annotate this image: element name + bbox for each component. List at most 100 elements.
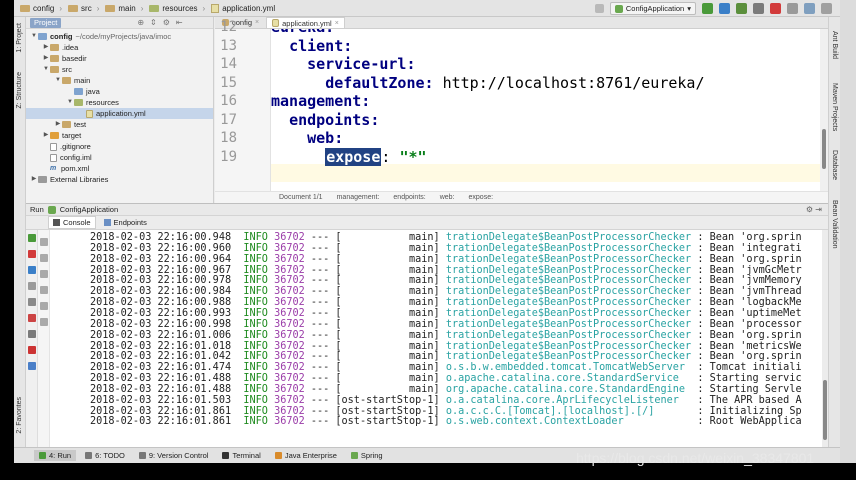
chevron-right-icon[interactable]: ▶ (30, 174, 38, 185)
help-icon[interactable] (28, 362, 36, 370)
breadcrumb-application-yml[interactable]: application.yml (211, 3, 275, 13)
code-line[interactable]: endpoints: (271, 111, 379, 129)
rerun-icon[interactable] (28, 234, 36, 242)
crumb-web[interactable]: web: (440, 194, 455, 201)
code-line[interactable]: expose: "*" (271, 147, 427, 166)
tree-item[interactable]: ▶ External Libraries (26, 174, 213, 185)
favorites-tool-button[interactable]: 2: Favorites (16, 397, 23, 434)
line-number: 16 (220, 93, 237, 109)
pin-icon[interactable] (28, 330, 36, 338)
camera-icon[interactable] (28, 298, 36, 306)
tree-item[interactable]: ▶ .idea (26, 42, 213, 53)
chevron-right-icon[interactable]: ▶ (42, 130, 50, 141)
database-tool-button[interactable]: Database (831, 150, 838, 180)
tree-item[interactable]: .gitignore (26, 141, 213, 152)
chevron-right-icon[interactable]: ▶ (42, 42, 50, 53)
target-icon[interactable]: ⊕ (137, 18, 144, 27)
exit-icon[interactable] (28, 314, 36, 322)
editor-scrollbar[interactable] (820, 29, 828, 191)
chevron-right-icon[interactable]: ▶ (54, 119, 62, 130)
toolbar: ConfigApplication ▾ (594, 2, 832, 15)
breadcrumb-src[interactable]: src › (68, 4, 99, 13)
tool-window-button[interactable]: 4: Run (34, 450, 77, 461)
trash-icon[interactable] (40, 318, 48, 326)
chevron-down-icon[interactable]: ▼ (66, 97, 74, 108)
tree-item[interactable]: ▼ src (26, 64, 213, 75)
collapse-icon[interactable]: ⇕ (150, 18, 157, 27)
profile-icon[interactable] (753, 3, 764, 14)
scrollbar-thumb[interactable] (823, 380, 827, 440)
run-configuration-select[interactable]: ConfigApplication ▾ (609, 2, 696, 15)
console-scrollbar[interactable] (822, 230, 828, 448)
breadcrumb-resources[interactable]: resources › (149, 4, 205, 13)
console-output[interactable]: 2018-02-03 22:16:00.948 INFO 36702 --- [… (50, 230, 828, 448)
log-level: INFO (243, 351, 268, 363)
chevron-down-icon[interactable]: ▼ (54, 75, 62, 86)
tree-item[interactable]: ▼ config ~/code/myProjects/java/imoc (26, 31, 213, 42)
project-view-select[interactable]: Project (30, 17, 62, 28)
soft-wrap-icon[interactable] (40, 270, 48, 278)
crumb-management[interactable]: management: (337, 194, 380, 201)
tree-item[interactable]: ▶ test (26, 119, 213, 130)
tab-endpoints[interactable]: Endpoints (100, 217, 151, 228)
code-line[interactable]: eureka: (271, 29, 334, 36)
tool-window-button[interactable]: 9: Version Control (134, 450, 214, 461)
hide-icon[interactable]: ⇤ (176, 18, 183, 27)
chevron-down-icon[interactable]: ▼ (30, 31, 38, 42)
code-area[interactable]: eureka: client: service-url: defaultZone… (271, 29, 828, 191)
tool-window-button[interactable]: Spring (346, 450, 388, 461)
back-icon[interactable] (594, 4, 604, 13)
tool-window-button[interactable]: Java Enterprise (270, 450, 342, 461)
print-icon[interactable] (40, 302, 48, 310)
dump-threads-icon[interactable] (28, 282, 36, 290)
tab-application-yml[interactable]: application.yml × (266, 17, 345, 28)
tool-window-button[interactable]: Terminal (217, 450, 265, 461)
project-tool-button[interactable]: 1: Project (16, 23, 23, 53)
scrollbar-thumb[interactable] (822, 129, 826, 169)
code-line[interactable]: web: (271, 129, 343, 147)
tool-window-button[interactable]: 6: TODO (80, 450, 130, 461)
rerun-icon[interactable] (702, 3, 713, 14)
crumb-expose[interactable]: expose: (469, 194, 494, 201)
project-structure-icon[interactable] (787, 3, 798, 14)
log-level: INFO (243, 416, 268, 428)
chevron-right-icon[interactable]: ▶ (42, 53, 50, 64)
close-icon[interactable] (28, 346, 36, 354)
breadcrumb-main[interactable]: main › (105, 4, 143, 13)
bean-validation-tool-button[interactable]: Bean Validation (831, 200, 838, 249)
tree-item[interactable]: ▼ resources (26, 97, 213, 108)
chevron-down-icon[interactable]: ▼ (42, 64, 50, 75)
crumb-endpoints[interactable]: endpoints: (393, 194, 425, 201)
close-icon[interactable]: × (255, 19, 259, 26)
structure-tool-button[interactable]: Z: Structure (16, 72, 23, 109)
tree-item[interactable]: ▼ main (26, 75, 213, 86)
tree-item[interactable]: config.iml (26, 152, 213, 163)
debug-icon[interactable] (719, 3, 730, 14)
breadcrumb-config[interactable]: config › (20, 4, 62, 13)
tree-item[interactable]: ▶ basedir (26, 53, 213, 64)
tree-item[interactable]: application.yml (26, 108, 213, 119)
tab-console[interactable]: Console (48, 216, 96, 229)
gear-icon[interactable]: ⚙ ⇥ (806, 205, 822, 214)
code-line[interactable]: client: (271, 37, 352, 55)
run-config-name[interactable]: ConfigApplication (60, 205, 118, 214)
scroll-down-icon[interactable] (40, 254, 48, 262)
code-line[interactable]: management: (271, 92, 370, 110)
close-icon[interactable]: × (335, 20, 339, 27)
tree-item[interactable]: java (26, 86, 213, 97)
tree-item[interactable]: m pom.xml (26, 163, 213, 174)
stop-icon[interactable] (28, 250, 36, 258)
gear-icon[interactable]: ⚙ (163, 18, 170, 27)
maven-projects-tool-button[interactable]: Maven Projects (831, 83, 838, 131)
scroll-up-icon[interactable] (40, 238, 48, 246)
stop-icon[interactable] (770, 3, 781, 14)
tree-item[interactable]: ▶ target (26, 130, 213, 141)
ant-build-tool-button[interactable]: Ant Build (831, 31, 838, 59)
coverage-icon[interactable] (736, 3, 747, 14)
sdk-icon[interactable] (804, 3, 815, 14)
scroll-to-end-icon[interactable] (40, 286, 48, 294)
code-line[interactable]: defaultZone: http://localhost:8761/eurek… (271, 74, 704, 92)
pause-icon[interactable] (28, 266, 36, 274)
search-icon[interactable] (821, 3, 832, 14)
code-line[interactable]: service-url: (271, 55, 415, 73)
